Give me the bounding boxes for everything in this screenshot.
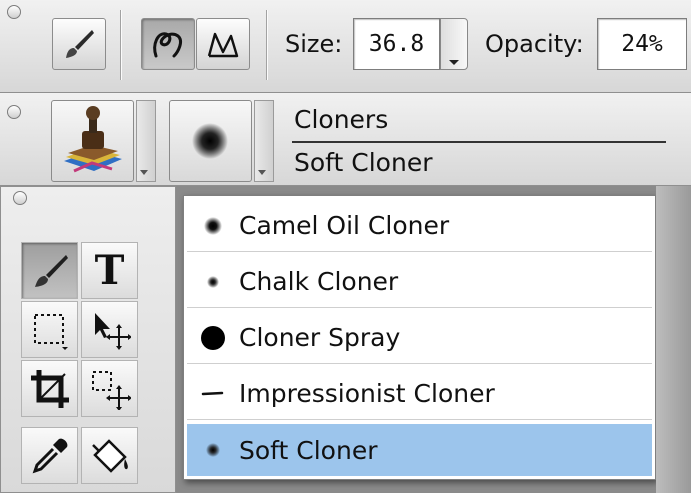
size-field[interactable]: 36.8 bbox=[353, 18, 440, 70]
soft-dot-icon bbox=[187, 424, 239, 476]
brush-library-dropdown[interactable] bbox=[136, 100, 156, 182]
soft-dot-icon bbox=[187, 200, 239, 252]
arrow-move-icon bbox=[94, 312, 131, 350]
straight-line-stroke-button[interactable] bbox=[196, 18, 250, 70]
dropper-tool[interactable] bbox=[21, 427, 78, 484]
brush-library-thumbnail[interactable] bbox=[51, 100, 134, 182]
menu-item-chalk-cloner[interactable]: Chalk Cloner bbox=[187, 256, 652, 308]
size-slider-button[interactable] bbox=[440, 18, 468, 70]
category-divider bbox=[292, 141, 666, 143]
text-tool-icon: T bbox=[94, 247, 125, 294]
paint-bucket-icon bbox=[91, 438, 128, 473]
menu-item-cloner-spray[interactable]: Cloner Spray bbox=[187, 312, 652, 364]
brush-category-label[interactable]: Cloners bbox=[294, 105, 388, 134]
solid-dot-icon bbox=[187, 312, 239, 364]
dash-stroke-icon bbox=[187, 368, 239, 420]
brush-icon bbox=[66, 30, 94, 58]
text-tool[interactable]: T bbox=[81, 242, 138, 299]
chevron-down-icon bbox=[449, 60, 459, 65]
brush-selector-bar: Cloners Soft Cloner bbox=[0, 93, 691, 186]
transform-icon bbox=[91, 370, 131, 410]
brush-tool-indicator[interactable] bbox=[52, 18, 106, 70]
property-bar: Size: 36.8 Opacity: 24% bbox=[0, 0, 691, 93]
brush-tool[interactable] bbox=[21, 242, 78, 299]
menu-item-soft-cloner[interactable]: Soft Cloner bbox=[187, 424, 652, 476]
separator bbox=[266, 10, 267, 80]
brush-icon bbox=[34, 254, 68, 287]
toolbox-panel: T bbox=[0, 186, 176, 493]
menu-item-impressionist-cloner[interactable]: Impressionist Cloner bbox=[187, 368, 652, 420]
menu-item-camel-oil-cloner[interactable]: Camel Oil Cloner bbox=[187, 200, 652, 252]
cloner-stamp-icon bbox=[64, 106, 122, 173]
menu-item-label: Camel Oil Cloner bbox=[239, 211, 450, 240]
menu-right-edge bbox=[656, 186, 691, 493]
marquee-icon bbox=[33, 313, 68, 350]
layer-adjuster-tool[interactable] bbox=[81, 301, 138, 358]
menu-item-label: Cloner Spray bbox=[239, 323, 401, 352]
brush-selector-grip[interactable] bbox=[7, 105, 21, 119]
menu-item-label: Impressionist Cloner bbox=[239, 379, 495, 408]
opacity-field[interactable]: 24% bbox=[597, 18, 687, 70]
crop-tool[interactable] bbox=[21, 360, 78, 417]
rectangular-selection-tool[interactable] bbox=[21, 301, 78, 358]
opacity-label: Opacity: bbox=[485, 30, 584, 58]
straight-line-stroke-icon bbox=[207, 32, 239, 58]
brush-variant-label[interactable]: Soft Cloner bbox=[294, 148, 432, 177]
brush-variant-menu: Camel Oil Cloner Chalk Cloner Cloner Spr… bbox=[183, 195, 656, 480]
toolbox-grip[interactable] bbox=[13, 191, 27, 205]
size-label: Size: bbox=[285, 30, 343, 58]
brush-variant-thumbnail[interactable] bbox=[169, 100, 252, 182]
menu-item-label: Chalk Cloner bbox=[239, 267, 399, 296]
menu-item-label: Soft Cloner bbox=[239, 435, 378, 465]
separator bbox=[120, 10, 121, 80]
dropper-icon bbox=[32, 438, 67, 473]
small-dot-icon bbox=[187, 256, 239, 308]
soft-dot-icon bbox=[192, 123, 228, 159]
property-bar-grip[interactable] bbox=[7, 5, 21, 19]
paint-bucket-tool[interactable] bbox=[81, 427, 138, 484]
brush-variant-dropdown[interactable] bbox=[254, 100, 274, 182]
transform-tool[interactable] bbox=[81, 360, 138, 417]
freehand-stroke-button[interactable] bbox=[141, 18, 195, 70]
freehand-stroke-icon bbox=[153, 32, 182, 58]
crop-icon bbox=[30, 369, 69, 408]
